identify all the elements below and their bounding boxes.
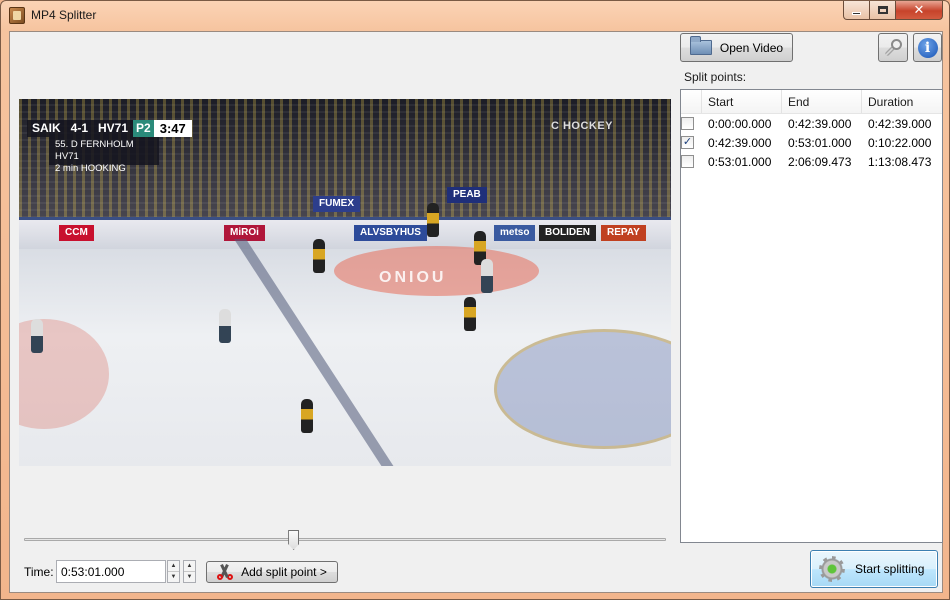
close-icon: ✕ — [913, 2, 925, 17]
start-splitting-button[interactable]: Start splitting — [810, 550, 938, 588]
client-area: CCM MiROi FUMEX PEAB BOLIDEN REPAY metso… — [9, 31, 943, 593]
open-video-label: Open Video — [719, 40, 784, 55]
column-header-check[interactable] — [681, 90, 702, 113]
close-button[interactable]: ✕ — [896, 1, 943, 20]
app-icon — [9, 7, 25, 24]
add-split-point-button[interactable]: Add split point > — [206, 561, 338, 583]
video-ad: ALVSBYHUS — [354, 225, 427, 241]
info-button[interactable]: i — [913, 33, 942, 62]
row-checkbox-cell: ✓ — [681, 136, 702, 149]
row-checkbox-cell — [681, 155, 702, 168]
minimize-icon — [852, 11, 861, 15]
video-preview: CCM MiROi FUMEX PEAB BOLIDEN REPAY metso… — [19, 99, 671, 466]
split-points-list[interactable]: Start End Duration 0:00:00.000 0:42:39.00… — [680, 89, 943, 543]
maximize-button[interactable] — [870, 1, 896, 20]
time-spinner-hours[interactable]: ▲ ▼ — [167, 560, 180, 583]
column-header-end[interactable]: End — [782, 90, 862, 113]
table-row[interactable]: 0:00:00.000 0:42:39.000 0:42:39.000 — [681, 114, 942, 133]
scoreboard-period: P2 — [133, 120, 154, 137]
video-player — [464, 297, 476, 331]
channel-logo: C HOCKEY — [550, 120, 613, 132]
row-checkbox-cell — [681, 117, 702, 130]
video-ad: CCM — [59, 225, 94, 241]
folder-icon — [689, 36, 712, 55]
row-checkbox[interactable]: ✓ — [681, 136, 694, 149]
settings-button[interactable] — [878, 33, 908, 62]
spin-down-icon[interactable]: ▼ — [184, 572, 195, 582]
video-player — [313, 239, 325, 273]
add-split-point-label: Add split point > — [241, 565, 327, 579]
gear-icon — [819, 556, 845, 582]
scoreboard-clock: 3:47 — [153, 120, 192, 137]
video-player — [219, 309, 231, 343]
seek-slider-track[interactable] — [24, 538, 666, 541]
video-player — [481, 259, 493, 293]
maximize-icon — [877, 6, 888, 14]
row-duration: 0:10:22.000 — [868, 135, 932, 150]
seek-slider-thumb[interactable] — [288, 530, 300, 550]
spin-down-icon[interactable]: ▼ — [168, 572, 179, 582]
row-duration: 0:42:39.000 — [868, 116, 932, 131]
scoreboard-score: 4-1 — [65, 120, 94, 137]
open-video-button[interactable]: Open Video — [680, 33, 793, 62]
scoreboard-away: HV71 — [93, 120, 134, 137]
row-duration: 1:13:08.473 — [868, 154, 932, 169]
scoreboard-penalty: 55. D FERNHOLM HV71 2 min HOOKING — [49, 137, 159, 174]
video-scoreboard: SAIK 4-1 HV71 P2 3:47 — [27, 120, 192, 137]
row-end: 2:06:09.473 — [788, 154, 852, 169]
row-end: 0:42:39.000 — [788, 116, 852, 131]
app-window: MP4 Splitter ✕ CCM MiROi FUMEX PEAB BOLI… — [0, 0, 950, 600]
time-spinner-fine[interactable]: ▲ ▼ — [183, 560, 196, 583]
time-input[interactable] — [56, 560, 166, 583]
video-ad: REPAY — [601, 225, 646, 241]
spin-up-icon[interactable]: ▲ — [168, 561, 179, 572]
video-player — [427, 203, 439, 237]
title-bar[interactable]: MP4 Splitter ✕ — [1, 1, 949, 31]
row-start: 0:53:01.000 — [708, 154, 772, 169]
minimize-button[interactable] — [843, 1, 870, 20]
video-center-text: ONIOU — [379, 269, 447, 286]
video-player — [31, 319, 43, 353]
row-start: 0:42:39.000 — [708, 135, 772, 150]
split-points-header: Start End Duration — [681, 90, 942, 114]
video-player — [301, 399, 313, 433]
time-label: Time: — [24, 565, 54, 579]
split-points-label: Split points: — [684, 70, 747, 84]
row-checkbox[interactable] — [681, 155, 694, 168]
start-splitting-label: Start splitting — [855, 562, 925, 576]
video-ad: FUMEX — [313, 196, 360, 212]
penalty-line: 55. D FERNHOLM HV71 — [55, 139, 134, 162]
column-header-duration[interactable]: Duration — [862, 90, 942, 113]
row-start: 0:00:00.000 — [708, 116, 772, 131]
row-end: 0:53:01.000 — [788, 135, 852, 150]
row-checkbox[interactable] — [681, 117, 694, 130]
info-icon: i — [917, 37, 938, 58]
window-controls: ✕ — [843, 1, 943, 21]
table-row[interactable]: 0:53:01.000 2:06:09.473 1:13:08.473 — [681, 152, 942, 171]
table-row[interactable]: ✓ 0:42:39.000 0:53:01.000 0:10:22.000 — [681, 133, 942, 152]
split-points-rows: 0:00:00.000 0:42:39.000 0:42:39.000 ✓ 0:42:3… — [681, 114, 942, 171]
spin-up-icon[interactable]: ▲ — [184, 561, 195, 572]
penalty-line: 2 min HOOKING — [55, 163, 126, 174]
wrench-icon — [884, 38, 902, 57]
scoreboard-home: SAIK — [27, 120, 66, 137]
scissors-icon — [217, 564, 234, 580]
video-ad: PEAB — [447, 187, 487, 203]
video-ad: BOLIDEN — [539, 225, 596, 241]
column-header-start[interactable]: Start — [702, 90, 782, 113]
window-title: MP4 Splitter — [31, 8, 97, 22]
video-ad: metso — [494, 225, 536, 241]
